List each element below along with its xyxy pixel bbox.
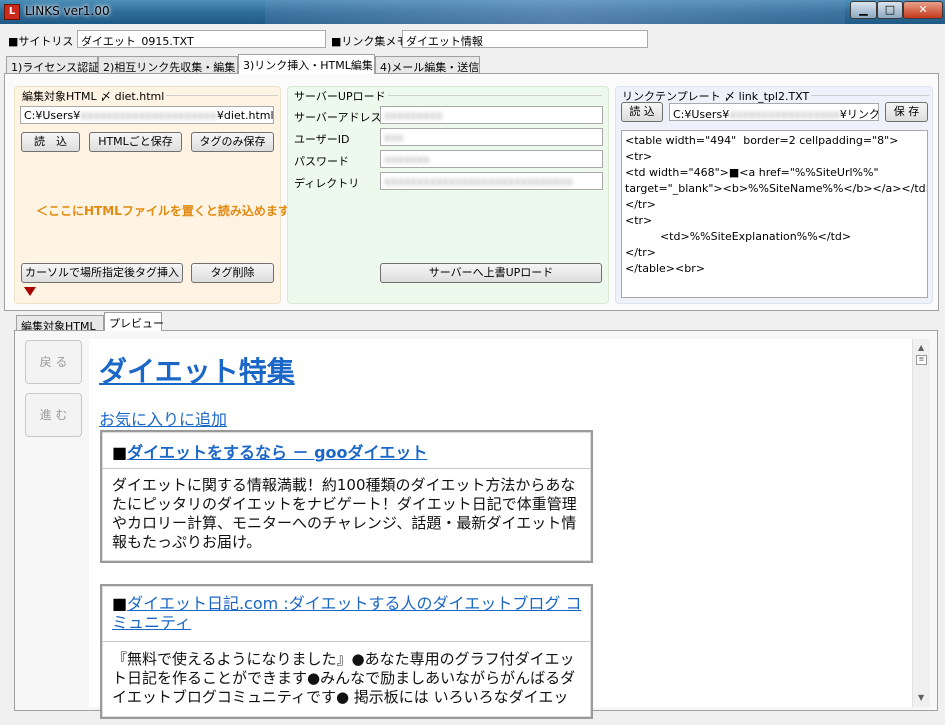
preview-page-title[interactable]: ダイエット特集: [99, 350, 295, 390]
server-panel-title: サーバーUPロード: [292, 88, 388, 104]
tab-mutual-links[interactable]: 2)相互リンク先収集・編集: [98, 56, 238, 74]
template-path-hidden: xxxxxxxxxxxxxxxxx: [729, 108, 840, 121]
preview-scrollbar[interactable]: ▲ ≡ ▼: [912, 339, 930, 707]
scroll-up-arrow-icon[interactable]: ▲: [918, 343, 924, 352]
template-editor[interactable]: <table width="494" border=2 cellpadding=…: [621, 130, 928, 298]
card-link[interactable]: ダイエット日記.com :ダイエットする人のダイエットブログ コミュニティ: [112, 594, 581, 632]
server-address-field[interactable]: xxxxxxxxx: [380, 106, 603, 124]
back-button[interactable]: 戻 る: [25, 340, 82, 384]
close-button[interactable]: ✕: [903, 1, 943, 19]
tab-license[interactable]: 1)ライセンス認証: [6, 56, 99, 74]
maximize-button[interactable]: □: [877, 1, 903, 19]
html-path-hidden: xxxxxxxxxxxxxxxxxxxxx: [80, 109, 217, 122]
down-arrow-icon: [24, 287, 36, 296]
html-path-end: ¥diet.html: [216, 109, 274, 122]
template-load-button[interactable]: 読 込: [621, 102, 663, 122]
title-bar-background: [265, 0, 845, 24]
card-link[interactable]: ダイエットをするなら － gooダイエット: [127, 443, 427, 462]
delete-tag-button[interactable]: タグ削除: [191, 263, 274, 283]
user-id-label: ユーザーID: [294, 133, 350, 146]
user-id-hidden: xxx: [384, 131, 404, 144]
card-divider: [102, 641, 591, 642]
site-list-field[interactable]: ダイエット_0915.TXT: [77, 30, 326, 48]
user-id-field[interactable]: xxx: [380, 128, 603, 146]
card-bullet: ■: [112, 594, 128, 613]
password-hidden: xxxxxxx: [384, 153, 430, 166]
title-bar: [0, 0, 945, 24]
html-path-start: C:¥Users¥: [24, 109, 81, 122]
favorite-link[interactable]: お気に入りに追加: [99, 406, 227, 430]
tab-preview[interactable]: プレビュー: [104, 312, 164, 331]
password-label: パスワード: [294, 155, 349, 168]
insert-tag-button[interactable]: カーソルで場所指定後タグ挿入: [21, 263, 183, 283]
server-address-label: サーバーアドレス: [294, 111, 382, 124]
site-list-label: ■サイトリスト: [8, 35, 85, 48]
template-save-button[interactable]: 保 存: [885, 102, 928, 122]
card-divider: [102, 468, 591, 469]
server-upload-button[interactable]: サーバーへ上書UPロード: [380, 263, 602, 283]
link-memo-label: ■リンク集メモ: [331, 35, 408, 48]
directory-hidden: xxxxxxxxxxxxxxxxxxxxxxxxxxxxx: [384, 175, 573, 188]
card-title: ■ダイエットをするなら － gooダイエット: [112, 439, 427, 463]
minimize-button[interactable]: ▁: [850, 1, 877, 19]
save-tag-button[interactable]: タグのみ保存: [191, 132, 274, 152]
password-field[interactable]: xxxxxxx: [380, 150, 603, 168]
template-path-start: C:¥Users¥: [673, 108, 730, 121]
forward-button[interactable]: 進 む: [25, 393, 82, 437]
app-logo-icon: L: [4, 4, 20, 20]
window-title: LINKS ver1.00: [25, 4, 110, 18]
save-html-button[interactable]: HTMLごと保存: [89, 132, 182, 152]
template-path-end: ¥リンク: [839, 108, 879, 121]
card-description: ダイエットに関する情報満載！約100種類のダイエット方法からあなたにピッタリのダ…: [112, 476, 577, 551]
directory-field[interactable]: xxxxxxxxxxxxxxxxxxxxxxxxxxxxx: [380, 172, 603, 190]
server-address-hidden: xxxxxxxxx: [384, 109, 443, 122]
html-path-field[interactable]: C:¥Users¥xxxxxxxxxxxxxxxxxxxxx¥diet.html: [20, 106, 274, 124]
tab-edit-html[interactable]: 編集対象HTML: [16, 315, 104, 333]
card-title: ■ダイエット日記.com :ダイエットする人のダイエットブログ コミュニティ: [112, 594, 582, 632]
html-load-button[interactable]: 読 込: [21, 132, 80, 152]
template-path-field[interactable]: C:¥Users¥xxxxxxxxxxxxxxxxx¥リンク: [669, 103, 879, 121]
card-description: 『無料で使えるようになりました』●あなた専用のグラフ付ダイエット日記を作ることが…: [112, 650, 576, 705]
scroll-down-arrow-icon[interactable]: ▼: [918, 693, 924, 702]
html-panel-title: 編集対象HTML 〆 diet.html: [20, 88, 167, 104]
card-bullet: ■: [112, 443, 128, 462]
drop-hint-text: ＜ここにHTMLファイルを置くと読み込めます＞: [36, 204, 302, 218]
link-memo-field[interactable]: ダイエット情報: [402, 30, 648, 48]
directory-label: ディレクトリ: [294, 177, 360, 190]
tab-link-insert-html[interactable]: 3)リンク挿入・HTML編集: [238, 54, 375, 74]
scroll-thumb[interactable]: ≡: [916, 355, 927, 365]
tab-mail[interactable]: 4)メール編集・送信: [375, 56, 480, 74]
